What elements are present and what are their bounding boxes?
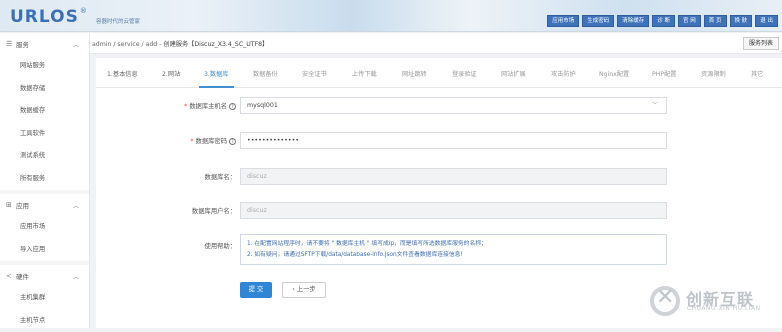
help-question-icon[interactable]: ? (229, 103, 236, 110)
sidebar-item-import-app[interactable]: 导入应用 (0, 239, 89, 262)
watermark-logo: ✕ 创新互联 CHUANG XIN HU LIAN (642, 282, 782, 328)
tab-attack-protection[interactable]: 攻击防护 (551, 69, 576, 78)
chevron-down-icon: ﹀ (652, 98, 658, 113)
sidebar-group-label: 硬件 (16, 271, 29, 281)
share-icon: ≺ (6, 272, 16, 280)
usage-help-box: 1. 在配置网站程序时，请不要将 " 数据库主机 " 填写成ip，而是填写所选数… (240, 234, 667, 265)
chevron-up-icon: ︿ (73, 272, 79, 281)
sidebar-group-label: 服务 (16, 39, 29, 49)
nav-diagnose-button[interactable]: 诊 断 (652, 15, 675, 27)
submit-button[interactable]: 提 交 (240, 282, 272, 298)
tagline: 容器时代的云管家 (96, 17, 140, 25)
urlos-logo[interactable]: URLOS® (10, 7, 88, 27)
help-line: 1. 在配置网站程序时，请不要将 " 数据库主机 " 填写成ip，而是填写所选数… (247, 239, 660, 250)
tab-url-redirect[interactable]: 网址跳转 (402, 69, 427, 78)
top-header: URLOS® 容器时代的云管家 应用市场 生成密码 清除缓存 诊 断 官 网 首… (0, 0, 782, 32)
db-host-label: *数据库主机名? (126, 101, 236, 110)
tab-ssl-cert[interactable]: 安全证书 (302, 69, 327, 78)
chevron-up-icon: ︿ (73, 40, 79, 49)
watermark-x-icon: ✕ (656, 285, 674, 310)
tab-website[interactable]: 2.网站 (162, 69, 180, 78)
chevron-up-icon: ︿ (73, 201, 79, 210)
list-icon: ☰ (6, 40, 16, 48)
watermark-subtext: CHUANG XIN HU LIAN (687, 306, 761, 312)
sidebar-item-test-systems[interactable]: 测试系统 (0, 145, 89, 168)
tab-php-config[interactable]: PHP配置 (652, 69, 677, 78)
step-tabs: 1.基本信息 2.网站 3.数据库 数据备份 安全证书 上传下载 网址跳转 登录… (96, 58, 782, 88)
active-tab-underline (199, 86, 234, 88)
nav-generate-password-button[interactable]: 生成密码 (582, 15, 614, 27)
sidebar-item-host-node[interactable]: 主机节点 (0, 310, 89, 332)
sidebar-item-data-storage[interactable]: 数据存储 (0, 78, 89, 101)
help-question-icon[interactable]: ? (229, 138, 236, 145)
nav-skin-button[interactable]: 换 肤 (730, 15, 753, 27)
tab-resource-limit[interactable]: 资源限制 (701, 69, 726, 78)
page-title: 创建服务【Discuz_X3.4_SC_UTF8】 (163, 41, 268, 48)
tab-site-extension[interactable]: 网站扩展 (501, 69, 526, 78)
tab-nginx-config[interactable]: Nginx配置 (599, 69, 629, 78)
sidebar-item-host-cluster[interactable]: 主机集群 (0, 287, 89, 310)
top-nav: 应用市场 生成密码 清除缓存 诊 断 官 网 首 页 换 肤 退 出 (547, 15, 778, 27)
nav-logout-button[interactable]: 退 出 (755, 15, 778, 27)
nav-home-button[interactable]: 首 页 (704, 15, 727, 27)
help-line: 2. 如有疑问，请通过SFTP下载/data/database-info.jso… (247, 250, 660, 261)
service-list-button[interactable]: 服务列表 (743, 37, 779, 50)
help-label: 使用帮助： (126, 241, 236, 250)
sidebar-group-label: 应用 (16, 200, 29, 210)
db-password-field[interactable]: •••••••••••••• (240, 132, 667, 149)
sidebar-item-tools[interactable]: 工具软件 (0, 123, 89, 146)
tab-login-verify[interactable]: 登录验证 (452, 69, 477, 78)
nav-official-site-button[interactable]: 官 网 (678, 15, 701, 27)
tab-database[interactable]: 3.数据库 (204, 69, 228, 78)
db-name-label: 数据库名： (126, 172, 236, 181)
sidebar-group-hardware[interactable]: ≺ 硬件 ︿ (0, 265, 89, 287)
breadcrumb-bar: admin / service / add - 创建服务【Discuz_X3.4… (90, 33, 782, 54)
sidebar-group-apps[interactable]: ⊞ 应用 ︿ (0, 194, 89, 216)
db-host-select[interactable]: mysql001﹀ (240, 97, 667, 114)
db-user-label: 数据库用户名： (126, 206, 236, 215)
sidebar-item-app-market[interactable]: 应用市场 (0, 216, 89, 239)
sidebar-item-all-services[interactable]: 所有服务 (0, 168, 89, 191)
tab-basic-info[interactable]: 1.基本信息 (107, 69, 138, 78)
grid-icon: ⊞ (6, 201, 16, 209)
tab-upload-download[interactable]: 上传下载 (352, 69, 377, 78)
db-name-field: discuz (240, 168, 667, 185)
previous-step-button[interactable]: ‹ 上一步 (282, 282, 326, 298)
tab-data-backup[interactable]: 数据备份 (253, 69, 278, 78)
db-password-label: *数据库密码? (126, 136, 236, 145)
nav-app-market-button[interactable]: 应用市场 (547, 15, 579, 27)
nav-clear-cache-button[interactable]: 清除缓存 (617, 15, 649, 27)
sidebar-item-data-cache[interactable]: 数据缓存 (0, 100, 89, 123)
sidebar: ☰ 服务 ︿ 网站服务 数据存储 数据缓存 工具软件 测试系统 所有服务 ⊞ 应… (0, 33, 90, 328)
breadcrumb: admin / service / add - 创建服务【Discuz_X3.4… (92, 39, 268, 48)
sidebar-item-website-services[interactable]: 网站服务 (0, 55, 89, 78)
tab-other[interactable]: 其它 (751, 69, 763, 78)
sidebar-group-services[interactable]: ☰ 服务 ︿ (0, 33, 89, 55)
db-user-field: discuz (240, 202, 667, 219)
